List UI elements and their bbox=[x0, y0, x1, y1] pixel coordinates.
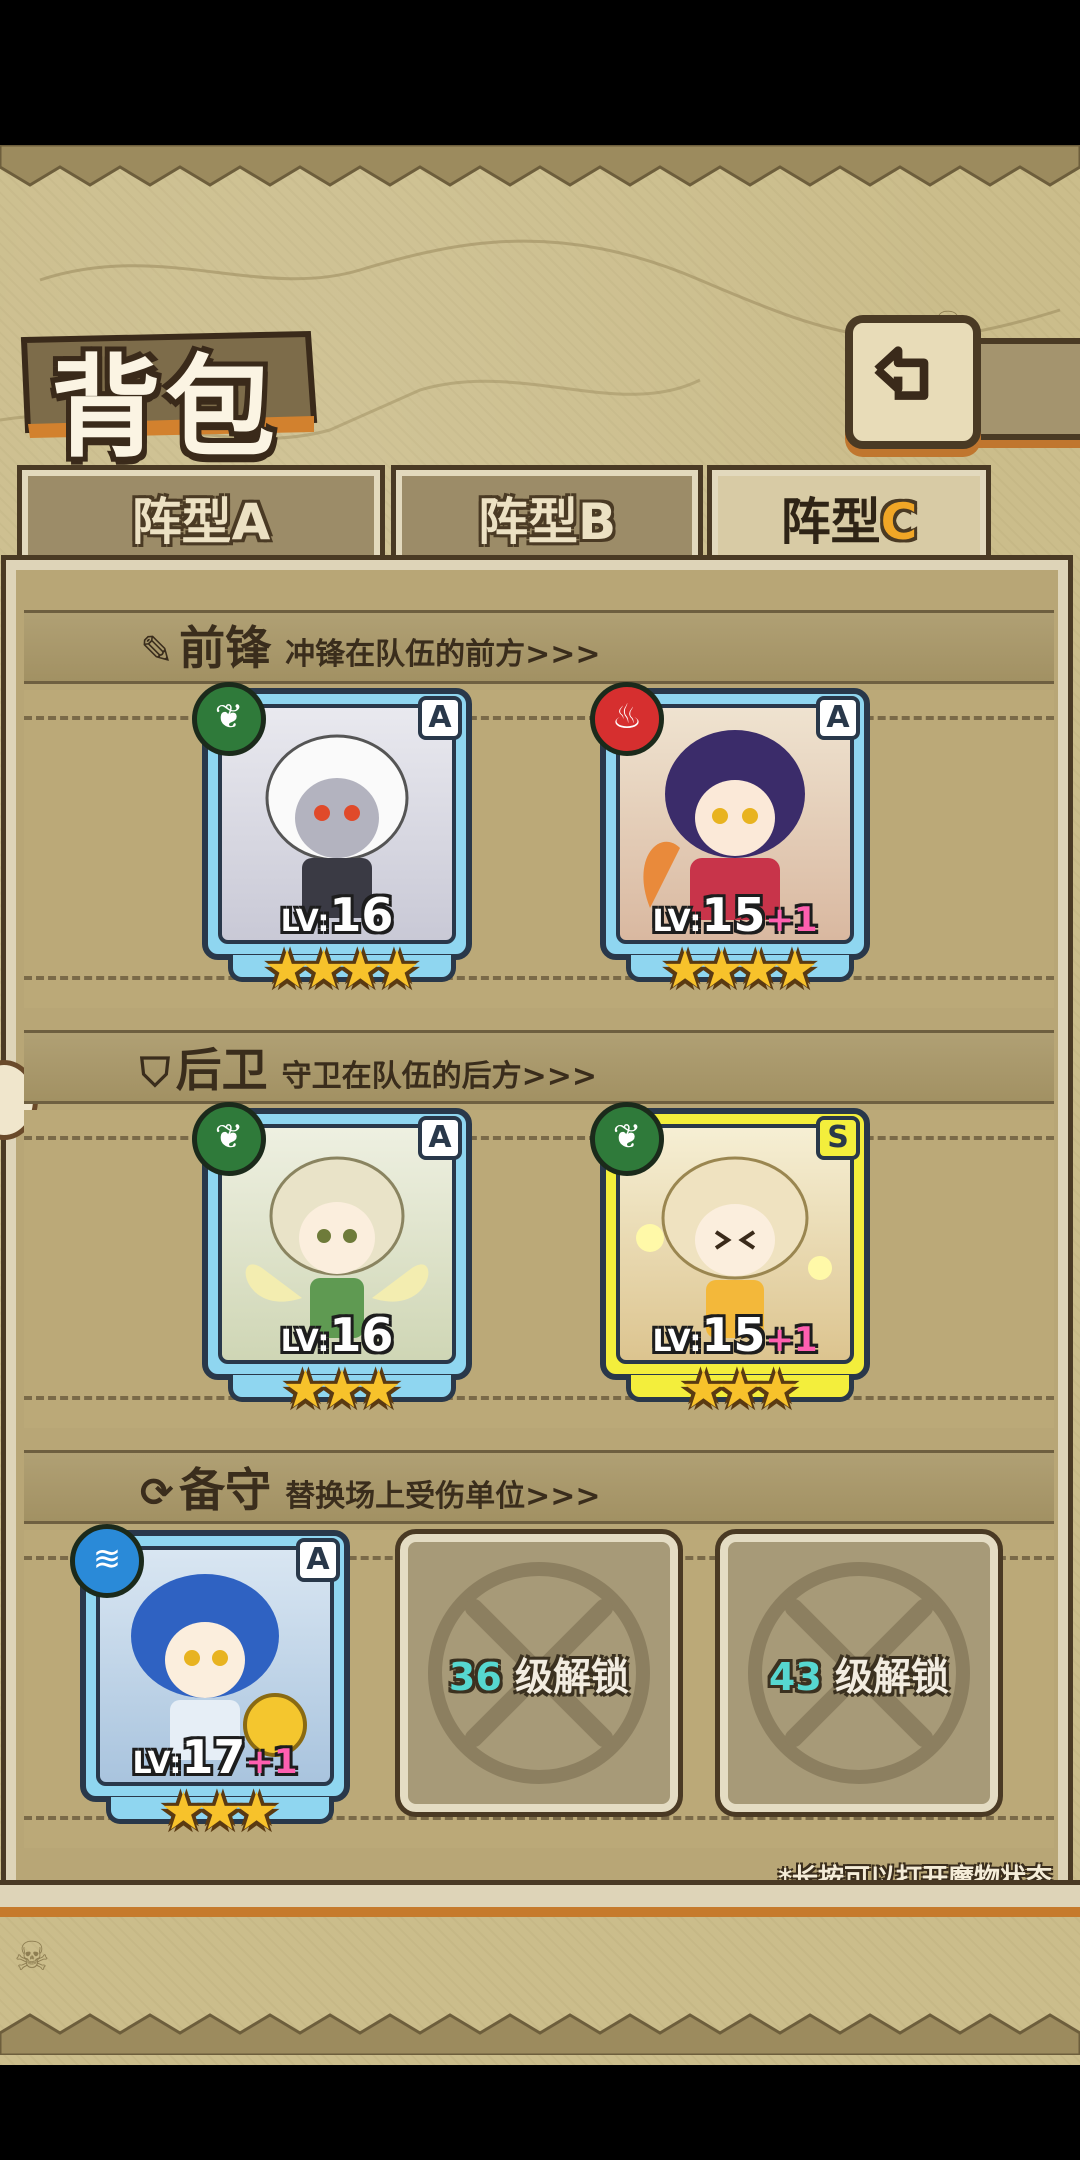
sword-icon: ✎ bbox=[140, 628, 174, 674]
rank-badge: A bbox=[418, 696, 462, 740]
unit-level: LV:16 bbox=[280, 888, 394, 942]
rear-row bbox=[24, 1110, 1054, 1428]
tab-formation-a[interactable]: 阵型A bbox=[17, 465, 385, 579]
tab-suffix: C bbox=[880, 493, 918, 551]
tab-label: 阵型 bbox=[477, 493, 578, 551]
rank-badge: S bbox=[816, 1116, 860, 1160]
unit-card-reserve-1[interactable]: A ≋ LV:17+1 ★★★ bbox=[70, 1524, 350, 1842]
tab-label: 阵型 bbox=[131, 493, 232, 551]
star-rating: ★★★ bbox=[680, 1360, 800, 1420]
page-title: 背包 bbox=[51, 343, 279, 472]
unit-card-rear-1[interactable]: A ❦ LV:16 ★★★ bbox=[192, 1102, 472, 1420]
svg-text:☠: ☠ bbox=[14, 1934, 50, 1980]
back-button-extension bbox=[965, 338, 1080, 440]
unit-level: LV:17+1 bbox=[132, 1730, 298, 1784]
section-desc-front: 冲锋在队伍的前方>>> bbox=[285, 637, 601, 672]
unit-card-rear-2[interactable]: S ❦ LV:15+1 ★★★ bbox=[590, 1102, 870, 1420]
fire-icon: ♨ bbox=[590, 682, 664, 756]
leaf-icon: ❦ bbox=[192, 682, 266, 756]
unit-card-front-1[interactable]: A ❦ LV:16 ★★★★ bbox=[192, 682, 472, 1000]
leaf-icon: ❦ bbox=[590, 1102, 664, 1176]
section-title-front-label: 前锋 bbox=[179, 621, 272, 675]
rank-badge: A bbox=[816, 696, 860, 740]
star-rating: ★★★ bbox=[160, 1782, 280, 1842]
section-desc-rear: 守卫在队伍的后方>>> bbox=[281, 1059, 597, 1094]
game-screen: ☠ ☠ 背包 阵型A 阵型B 阵型C ✎ 前锋冲锋在队伍的前方>>> bbox=[0, 0, 1080, 2160]
locked-slot-2[interactable]: 43 级解锁 bbox=[715, 1529, 1003, 1817]
star-rating: ★★★ bbox=[282, 1360, 402, 1420]
tab-label: 阵型 bbox=[780, 493, 881, 551]
panel-bottom-rail bbox=[0, 1880, 1080, 1917]
unit-level: LV:15+1 bbox=[652, 1308, 818, 1362]
section-desc-reserve: 替换场上受伤单位>>> bbox=[285, 1479, 601, 1514]
unlock-level-text: 43 级解锁 bbox=[768, 1655, 950, 1699]
unit-card-front-2[interactable]: A ♨ LV:15+1 ★★★★ bbox=[590, 682, 870, 1000]
section-title-reserve-label: 备守 bbox=[179, 1463, 272, 1517]
unit-level: LV:15+1 bbox=[652, 888, 818, 942]
section-title-rear-label: 后卫 bbox=[175, 1043, 268, 1097]
rank-badge: A bbox=[296, 1538, 340, 1582]
section-title-reserve: ⟳ 备守 替换场上受伤单位>>> bbox=[140, 1454, 601, 1520]
front-row bbox=[24, 690, 1054, 1008]
row-divider bbox=[24, 1136, 1054, 1140]
back-button[interactable] bbox=[845, 315, 981, 449]
section-title-rear: ⛉ 后卫 守卫在队伍的后方>>> bbox=[140, 1034, 597, 1100]
rank-badge: A bbox=[418, 1116, 462, 1160]
row-divider bbox=[24, 716, 1054, 720]
tab-suffix: B bbox=[577, 493, 617, 551]
water-icon: ≋ bbox=[70, 1524, 144, 1598]
return-icon bbox=[874, 346, 929, 400]
section-title-front: ✎ 前锋 冲锋在队伍的前方>>> bbox=[140, 612, 601, 678]
tab-formation-b[interactable]: 阵型B bbox=[391, 465, 703, 579]
shield-icon: ⛉ bbox=[140, 1050, 170, 1096]
star-rating: ★★★★ bbox=[263, 940, 420, 1000]
swap-icon: ⟳ bbox=[140, 1470, 174, 1516]
bottom-zigzag-border bbox=[0, 2013, 1080, 2055]
row-divider bbox=[24, 976, 1054, 980]
row-divider bbox=[24, 1396, 1054, 1400]
star-rating: ★★★★ bbox=[661, 940, 818, 1000]
unlock-level-text: 36 级解锁 bbox=[448, 1655, 630, 1699]
top-zigzag-border bbox=[0, 145, 1080, 187]
unit-level: LV:16 bbox=[280, 1308, 394, 1362]
locked-slot-1[interactable]: 36 级解锁 bbox=[395, 1529, 683, 1817]
leaf-icon: ❦ bbox=[192, 1102, 266, 1176]
tab-suffix: A bbox=[231, 493, 271, 551]
